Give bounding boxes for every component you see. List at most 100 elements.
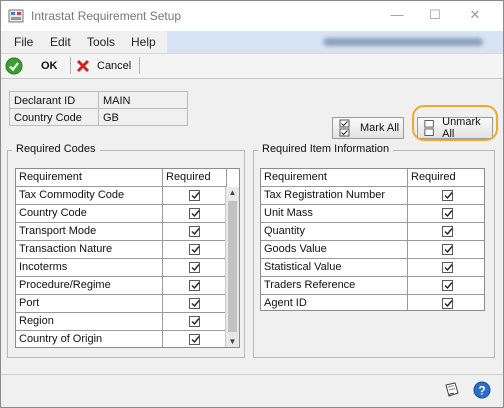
required-cell bbox=[408, 241, 484, 258]
required-cell bbox=[163, 187, 227, 204]
table-row[interactable]: Tax Commodity Code bbox=[16, 187, 227, 205]
green-check-icon bbox=[5, 57, 23, 74]
col-required-header: Required bbox=[411, 171, 456, 183]
requirement-cell: Traders Reference bbox=[261, 277, 408, 294]
required-cell bbox=[163, 205, 227, 222]
table-row[interactable]: Procedure/Regime bbox=[16, 277, 227, 295]
required-checkbox[interactable] bbox=[189, 226, 200, 237]
requirement-cell: Tax Commodity Code bbox=[16, 187, 163, 204]
required-checkbox[interactable] bbox=[189, 262, 200, 273]
grid-header: Requirement Required bbox=[261, 169, 484, 187]
table-row[interactable]: Port bbox=[16, 295, 227, 313]
required-cell bbox=[408, 223, 484, 240]
maximize-button[interactable]: ☐ bbox=[425, 6, 445, 24]
table-row[interactable]: Quantity bbox=[261, 223, 484, 241]
country-code-field[interactable]: GB bbox=[98, 108, 188, 126]
required-checkbox[interactable] bbox=[189, 316, 200, 327]
ok-button[interactable]: OK bbox=[5, 55, 58, 76]
vertical-scrollbar[interactable]: ▲ ▼ bbox=[225, 187, 239, 347]
required-codes-title: Required Codes bbox=[12, 143, 100, 155]
required-checkbox[interactable] bbox=[189, 280, 200, 291]
required-cell bbox=[163, 295, 227, 312]
required-checkbox[interactable] bbox=[441, 262, 453, 273]
required-cell bbox=[163, 241, 227, 258]
minimize-button[interactable]: — bbox=[387, 6, 407, 24]
menu-tools[interactable]: Tools bbox=[87, 35, 115, 49]
window: Intrastat Requirement Setup — ☐ ✕ File E… bbox=[0, 0, 504, 408]
requirement-cell: Tax Registration Number bbox=[261, 187, 408, 204]
requirement-cell: Agent ID bbox=[261, 295, 408, 310]
status-bar: ? bbox=[1, 374, 503, 407]
table-row[interactable]: Tax Registration Number bbox=[261, 187, 484, 205]
required-checkbox[interactable] bbox=[189, 244, 200, 255]
menu-file[interactable]: File bbox=[14, 35, 33, 49]
note-icon[interactable] bbox=[443, 381, 461, 399]
required-cell bbox=[408, 259, 484, 276]
table-row[interactable]: Traders Reference bbox=[261, 277, 484, 295]
table-row[interactable]: Incoterms bbox=[16, 259, 227, 277]
requirement-cell: Transaction Nature bbox=[16, 241, 163, 258]
required-checkbox[interactable] bbox=[441, 244, 453, 255]
required-codes-grid: Requirement Required Tax Commodity Code C… bbox=[15, 168, 240, 348]
scroll-thumb[interactable] bbox=[228, 201, 237, 332]
required-cell bbox=[163, 277, 227, 294]
required-checkbox[interactable] bbox=[441, 226, 453, 237]
required-items-title: Required Item Information bbox=[258, 143, 394, 155]
country-code-label: Country Code bbox=[9, 108, 99, 126]
required-checkbox[interactable] bbox=[441, 280, 453, 291]
table-row[interactable]: Transaction Nature bbox=[16, 241, 227, 259]
menu-help[interactable]: Help bbox=[131, 35, 156, 49]
required-checkbox[interactable] bbox=[189, 190, 200, 201]
toolbar: OK Cancel bbox=[1, 53, 503, 79]
requirement-cell: Country of Origin bbox=[16, 331, 163, 347]
table-row[interactable]: Agent ID bbox=[261, 295, 484, 310]
required-checkbox[interactable] bbox=[189, 208, 200, 219]
window-title: Intrastat Requirement Setup bbox=[31, 9, 182, 23]
requirement-cell: Country Code bbox=[16, 205, 163, 222]
required-cell bbox=[408, 205, 484, 222]
required-checkbox[interactable] bbox=[189, 298, 200, 309]
app-icon bbox=[8, 9, 24, 23]
requirement-cell: Region bbox=[16, 313, 163, 330]
close-button[interactable]: ✕ bbox=[465, 6, 485, 24]
svg-text:?: ? bbox=[478, 384, 485, 398]
col-required-header: Required bbox=[163, 169, 227, 186]
ok-label: OK bbox=[41, 59, 58, 72]
table-row[interactable]: Unit Mass bbox=[261, 205, 484, 223]
mark-all-button[interactable]: Mark All bbox=[332, 117, 404, 139]
table-row[interactable]: Country of Origin bbox=[16, 331, 227, 347]
required-checkbox[interactable] bbox=[441, 208, 453, 219]
required-cell bbox=[163, 331, 227, 347]
cancel-button[interactable]: Cancel bbox=[75, 55, 131, 76]
table-row[interactable]: Goods Value bbox=[261, 241, 484, 259]
scroll-up-icon[interactable]: ▲ bbox=[226, 187, 239, 199]
required-cell bbox=[163, 313, 227, 330]
requirement-cell: Transport Mode bbox=[16, 223, 163, 240]
requirement-cell: Unit Mass bbox=[261, 205, 408, 222]
toolbar-separator bbox=[70, 57, 71, 74]
required-checkbox[interactable] bbox=[189, 334, 200, 345]
required-checkbox[interactable] bbox=[441, 298, 453, 309]
redacted-area bbox=[323, 38, 483, 46]
scroll-down-icon[interactable]: ▼ bbox=[226, 336, 239, 347]
required-cell bbox=[408, 277, 484, 294]
help-icon[interactable]: ? bbox=[473, 381, 491, 399]
title-bar[interactable]: Intrastat Requirement Setup — ☐ ✕ bbox=[1, 1, 503, 31]
table-row[interactable]: Region bbox=[16, 313, 227, 331]
table-row[interactable]: Country Code bbox=[16, 205, 227, 223]
cancel-label: Cancel bbox=[97, 59, 132, 72]
table-row[interactable]: Transport Mode bbox=[16, 223, 227, 241]
requirement-cell: Goods Value bbox=[261, 241, 408, 258]
table-row[interactable]: Statistical Value bbox=[261, 259, 484, 277]
toolbar-separator bbox=[139, 57, 140, 74]
declarant-id-label: Declarant ID bbox=[9, 91, 99, 109]
declarant-id-field[interactable]: MAIN bbox=[98, 91, 188, 109]
menu-edit[interactable]: Edit bbox=[50, 35, 71, 49]
grid-body: Tax Registration Number Unit Mass Quantity… bbox=[261, 187, 484, 310]
requirement-cell: Quantity bbox=[261, 223, 408, 240]
requirement-cell: Port bbox=[16, 295, 163, 312]
required-checkbox[interactable] bbox=[441, 190, 453, 201]
highlight-annotation bbox=[412, 105, 498, 141]
required-cell bbox=[163, 259, 227, 276]
red-x-icon bbox=[76, 59, 90, 72]
